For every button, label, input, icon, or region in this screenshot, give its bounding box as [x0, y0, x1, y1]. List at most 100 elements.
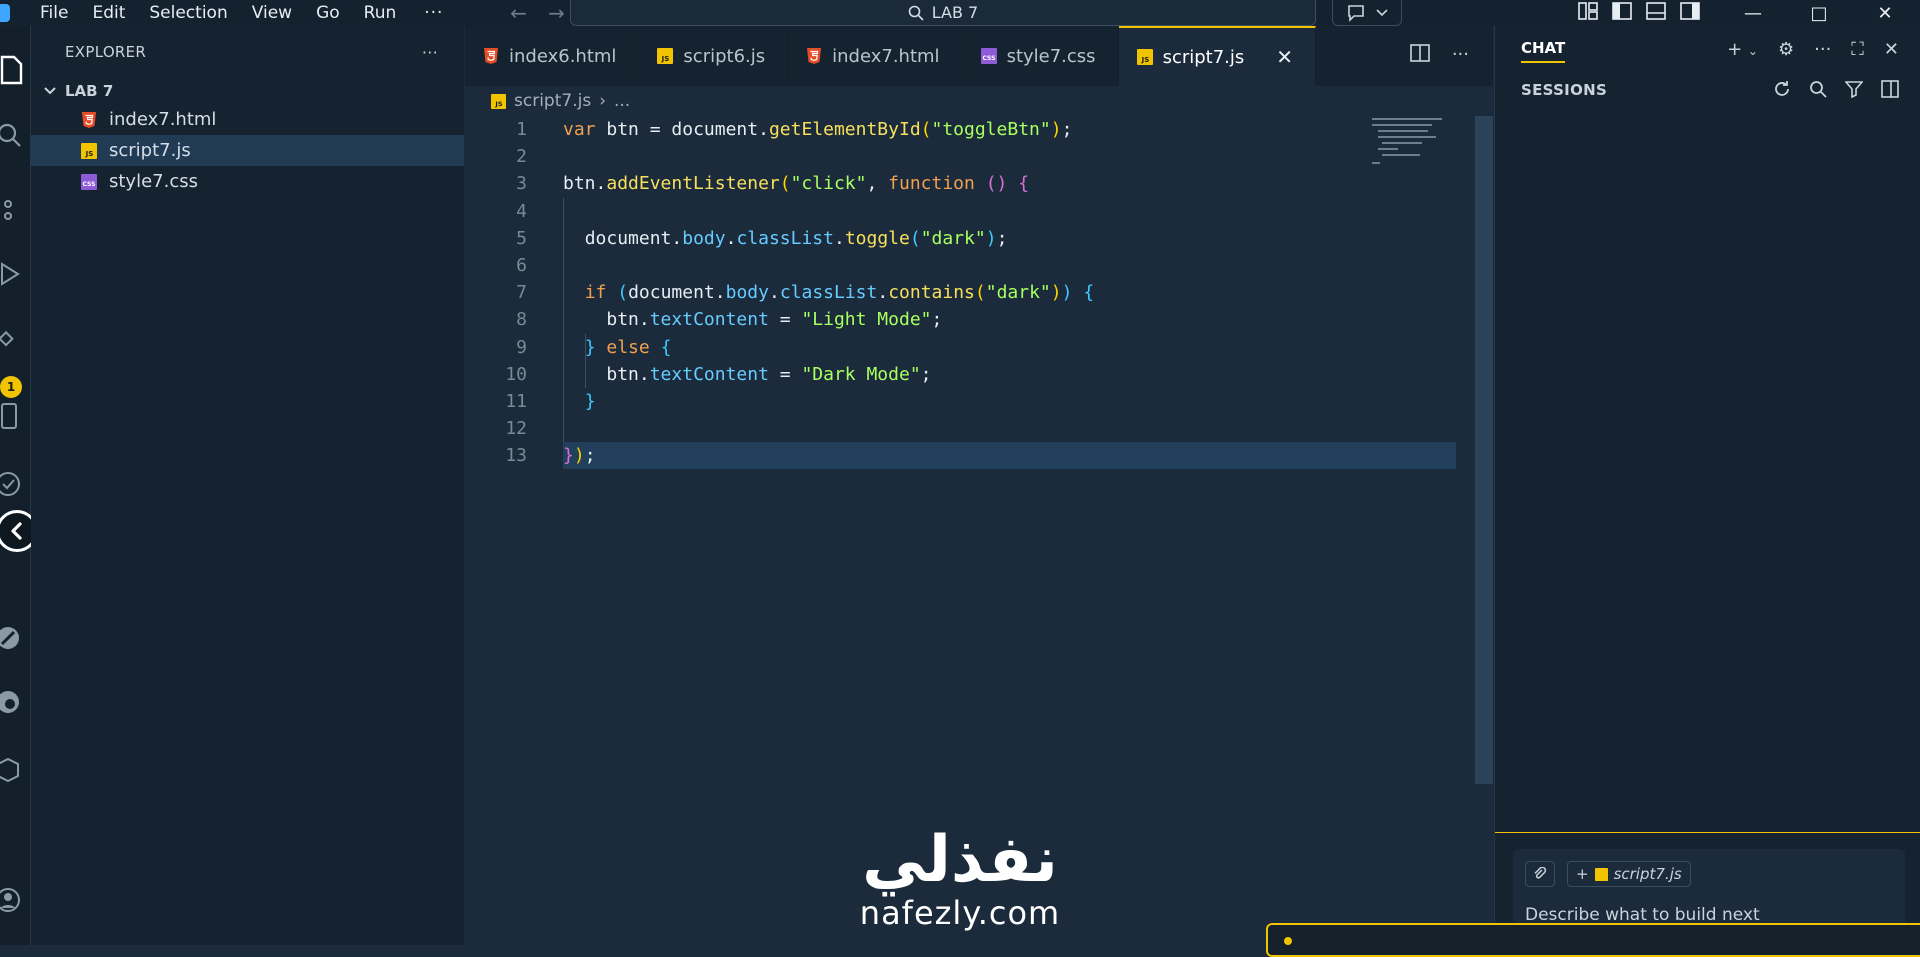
file-name: index7.html: [109, 109, 217, 130]
menu-view[interactable]: View: [240, 0, 304, 26]
menu-edit[interactable]: Edit: [80, 0, 137, 26]
github-activity[interactable]: [0, 616, 30, 656]
code-line[interactable]: 6: [465, 252, 1493, 279]
chat-title[interactable]: CHAT: [1521, 35, 1566, 63]
search-icon[interactable]: [1809, 80, 1827, 103]
code-line[interactable]: 10 btn.textContent = "Dark Mode";: [465, 361, 1493, 388]
gear-icon[interactable]: ⚙: [1778, 39, 1794, 60]
code-line[interactable]: 7 if (document.body.classList.contains("…: [465, 279, 1493, 306]
refresh-icon[interactable]: [1773, 80, 1791, 103]
code-line[interactable]: 5 document.body.classList.toggle("dark")…: [465, 225, 1493, 252]
menu-more-button[interactable]: ···: [408, 3, 459, 23]
notification-dot-icon: [1284, 937, 1292, 945]
html-file-icon: [82, 111, 96, 128]
menu-go[interactable]: Go: [304, 0, 352, 26]
file-item-style7-css[interactable]: CSS style7.css: [31, 166, 464, 197]
maximize-icon[interactable]: □: [1786, 0, 1852, 26]
code-line[interactable]: 1 var btn = document.getElementById("togg…: [465, 116, 1493, 143]
nafezly-watermark: نفذلي nafezly.com: [840, 825, 1080, 945]
code-text: btn.addEventListener("click", function (…: [563, 173, 1030, 195]
source-control-activity[interactable]: [0, 184, 30, 224]
toggle-primary-sidebar-icon[interactable]: [1612, 2, 1632, 20]
code-line[interactable]: 12: [465, 415, 1493, 442]
sessions-actions: [1773, 80, 1899, 103]
minimap[interactable]: [1370, 116, 1460, 176]
breadcrumb-rest[interactable]: ...: [614, 91, 630, 111]
tab-style7-css[interactable]: CSS style7.css: [963, 26, 1119, 86]
line-number: 1: [516, 119, 527, 140]
toggle-panel-icon[interactable]: [1646, 2, 1666, 20]
source-control-icon: [4, 200, 12, 220]
js-file-icon: JS: [81, 142, 97, 159]
attach-button[interactable]: [1525, 861, 1555, 887]
code-editor[interactable]: 1 var btn = document.getElementById("togg…: [465, 116, 1493, 470]
close-icon[interactable]: ✕: [1276, 45, 1293, 69]
code-text: var btn = document.getElementById("toggl…: [563, 119, 1073, 140]
copilot-button[interactable]: [1332, 0, 1402, 26]
tab-label: script7.js: [1162, 46, 1245, 68]
run-debug-activity[interactable]: [0, 252, 30, 292]
testing-activity[interactable]: [0, 462, 30, 502]
toggle-sessions-icon[interactable]: [1881, 80, 1899, 103]
explorer-more-button[interactable]: ···: [422, 43, 438, 62]
toggle-secondary-sidebar-icon[interactable]: [1680, 2, 1700, 20]
watermark-arabic: نفذلي: [862, 823, 1058, 897]
add-context-icon[interactable]: +: [1576, 865, 1589, 883]
filter-icon[interactable]: [1844, 80, 1864, 103]
tab-index6-html[interactable]: index6.html: [465, 26, 640, 86]
accounts-activity[interactable]: [0, 878, 30, 918]
chat-more-icon[interactable]: ···: [1814, 39, 1831, 60]
menu-run[interactable]: Run: [352, 0, 409, 26]
context-file-chip[interactable]: + script7.js: [1567, 861, 1691, 887]
vertical-scrollbar[interactable]: [1475, 116, 1493, 784]
command-center-search[interactable]: LAB 7: [570, 0, 1316, 26]
code-text: });: [563, 445, 596, 467]
tab-label: style7.css: [1006, 45, 1096, 67]
minimize-icon[interactable]: —: [1720, 0, 1786, 26]
menu-selection[interactable]: Selection: [137, 0, 239, 26]
line-number: 9: [516, 336, 527, 358]
edge-activity[interactable]: [0, 680, 30, 720]
close-window-icon[interactable]: ✕: [1852, 0, 1918, 26]
editor-more-icon[interactable]: ···: [1452, 44, 1469, 67]
file-item-script7-js[interactable]: JS script7.js: [31, 135, 464, 166]
code-line[interactable]: 13});: [505, 442, 1456, 470]
run-debug-icon: [1, 262, 20, 286]
new-chat-icon[interactable]: + ⌄: [1727, 39, 1758, 60]
maximize-panel-icon[interactable]: ⛶: [1851, 39, 1864, 60]
search-activity[interactable]: [0, 114, 30, 154]
remote-explorer-icon: [1, 403, 17, 429]
line-number: 6: [516, 254, 527, 276]
tab-script7-js[interactable]: JS script7.js ✕: [1118, 26, 1317, 86]
explorer-activity[interactable]: [0, 48, 30, 88]
line-number: 7: [516, 282, 527, 304]
line-number: 8: [516, 309, 527, 331]
containers-activity[interactable]: [0, 748, 30, 788]
back-arrow-icon[interactable]: ←: [499, 1, 537, 25]
code-text: }: [584, 390, 596, 412]
breadcrumb-file[interactable]: script7.js: [514, 91, 591, 111]
remote-explorer-activity[interactable]: [0, 394, 30, 434]
svg-text:JS: JS: [85, 150, 94, 158]
sessions-title: SESSIONS: [1521, 81, 1608, 99]
tab-script6-js[interactable]: JS script6.js: [639, 26, 789, 86]
close-icon[interactable]: ✕: [1884, 39, 1899, 60]
testing-icon: [0, 472, 20, 496]
tab-index7-html[interactable]: index7.html: [788, 26, 963, 86]
notification-toast[interactable]: [1266, 923, 1920, 957]
code-line[interactable]: 11 }: [465, 388, 1493, 415]
split-editor-icon[interactable]: [1410, 44, 1430, 67]
code-line[interactable]: 9 } else {: [465, 334, 1493, 361]
file-item-index7-html[interactable]: index7.html: [31, 104, 464, 135]
tab-label: index6.html: [509, 45, 617, 67]
folder-row[interactable]: LAB 7: [31, 78, 464, 104]
code-line[interactable]: 2: [465, 143, 1493, 170]
menu-file[interactable]: File: [28, 0, 80, 26]
breadcrumb: JS script7.js › ...: [465, 86, 1493, 116]
code-line[interactable]: 8 btn.textContent = "Light Mode";: [465, 306, 1493, 333]
code-line[interactable]: 4: [465, 198, 1493, 225]
svg-text:CSS: CSS: [982, 55, 995, 62]
code-line[interactable]: 3 btn.addEventListener("click", function …: [465, 170, 1493, 197]
extensions-activity[interactable]: [0, 320, 30, 360]
customize-layout-icon[interactable]: [1578, 2, 1598, 20]
